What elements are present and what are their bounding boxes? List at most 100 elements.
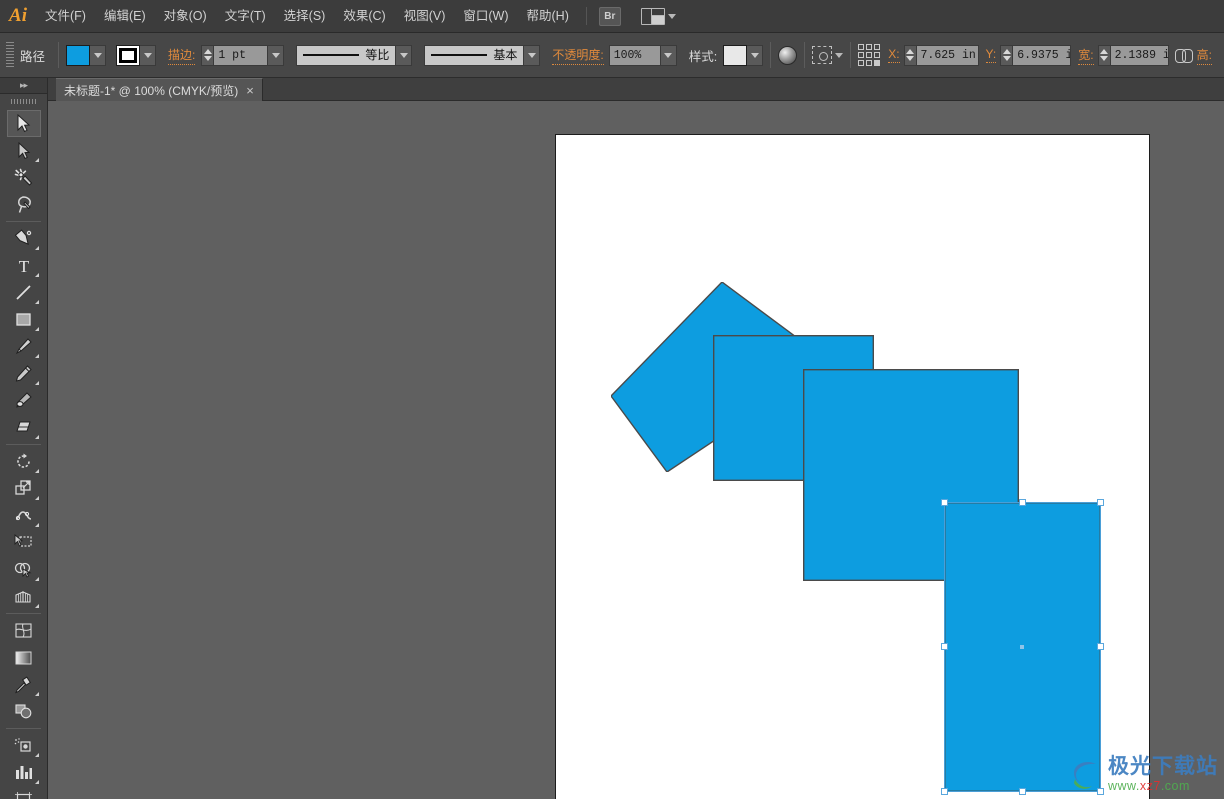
column-graph-tool[interactable] <box>7 759 41 786</box>
stroke-weight-input[interactable]: 1 pt <box>214 44 269 66</box>
rotate-tool[interactable] <box>7 448 41 475</box>
width-stepper[interactable] <box>1097 44 1111 66</box>
handle-top-right[interactable] <box>1097 499 1104 506</box>
brush-definition-select[interactable]: 基本 <box>424 44 525 66</box>
tools-panel-grip[interactable] <box>0 94 47 108</box>
tool-flyout-indicator <box>34 496 39 500</box>
shape-builder-tool[interactable] <box>7 556 41 583</box>
fill-dropdown-button[interactable] <box>90 44 107 66</box>
graphic-style-swatch[interactable] <box>723 44 748 66</box>
ref-pt-tc[interactable] <box>866 44 873 50</box>
stroke-weight-stepper[interactable] <box>201 44 215 66</box>
ref-pt-bc[interactable] <box>866 60 873 66</box>
handle-bottom-center[interactable] <box>1019 788 1026 795</box>
menu-help[interactable]: 帮助(H) <box>518 0 578 33</box>
stroke-dropdown-button[interactable] <box>140 44 157 66</box>
type-tool[interactable]: T <box>7 252 41 279</box>
line-segment-tool[interactable] <box>7 279 41 306</box>
x-field[interactable]: 7.625 in <box>903 44 979 66</box>
menu-window[interactable]: 窗口(W) <box>454 0 517 33</box>
menu-file[interactable]: 文件(F) <box>36 0 95 33</box>
selection-tool[interactable] <box>6 110 41 137</box>
variable-width-profile-select[interactable]: 等比 <box>296 44 397 66</box>
collapse-panel-button[interactable]: ▸▸ <box>0 78 47 94</box>
bridge-button[interactable]: Br <box>598 6 621 26</box>
scale-tool[interactable] <box>7 475 41 502</box>
fill-swatch[interactable] <box>66 44 91 66</box>
close-icon[interactable]: × <box>246 84 254 97</box>
eraser-tool[interactable] <box>7 414 41 441</box>
opacity-input[interactable]: 100% <box>608 44 661 66</box>
brush-line-icon <box>431 54 488 56</box>
broken-link-icon[interactable] <box>1174 46 1193 64</box>
width-field[interactable]: 2.1389 i <box>1097 44 1169 66</box>
handle-bottom-left[interactable] <box>941 788 948 795</box>
pencil-tool[interactable] <box>7 360 41 387</box>
menu-object[interactable]: 对象(O) <box>155 0 216 33</box>
menu-view[interactable]: 视图(V) <box>395 0 455 33</box>
stroke-weight-dropdown-button[interactable] <box>268 44 285 66</box>
align-to-button[interactable] <box>812 46 844 64</box>
free-transform-tool[interactable] <box>7 529 41 556</box>
width-tool[interactable] <box>7 502 41 529</box>
y-field[interactable]: 6.9375 i <box>1000 44 1072 66</box>
handle-top-left[interactable] <box>941 499 948 506</box>
stroke-weight-field[interactable]: 1 pt <box>201 44 285 66</box>
chevron-down-icon <box>664 52 673 58</box>
menu-type[interactable]: 文字(T) <box>216 0 275 33</box>
ref-pt-tr[interactable] <box>874 44 881 50</box>
profile-dropdown-button[interactable] <box>396 44 413 66</box>
menu-edit[interactable]: 编辑(E) <box>95 0 155 33</box>
opacity-field[interactable]: 100% <box>608 44 677 66</box>
fill-control[interactable] <box>66 44 107 66</box>
eyedropper-tool[interactable] <box>7 671 41 698</box>
mesh-tool[interactable] <box>7 617 41 644</box>
direct-selection-tool[interactable] <box>7 137 41 164</box>
handle-top-center[interactable] <box>1019 499 1026 506</box>
width-input[interactable]: 2.1389 i <box>1110 44 1169 66</box>
variable-width-profile-control[interactable]: 等比 <box>296 44 413 66</box>
brush-dropdown-button[interactable] <box>524 44 541 66</box>
reference-point-grid[interactable] <box>858 44 881 66</box>
blob-brush-tool[interactable] <box>7 387 41 414</box>
graphic-style-control[interactable] <box>723 44 764 66</box>
artboard[interactable] <box>555 134 1150 799</box>
ref-pt-ml[interactable] <box>858 52 865 58</box>
ref-pt-mr[interactable] <box>874 52 881 58</box>
style-dropdown-button[interactable] <box>747 44 764 66</box>
stroke-control[interactable] <box>116 44 157 66</box>
appearance-sphere-icon[interactable] <box>778 45 798 65</box>
opacity-dropdown-button[interactable] <box>660 44 677 66</box>
magic-wand-tool[interactable] <box>7 164 41 191</box>
paintbrush-tool[interactable] <box>7 333 41 360</box>
handle-middle-left[interactable] <box>941 643 948 650</box>
arrange-documents-button[interactable] <box>640 7 676 25</box>
x-stepper[interactable] <box>903 44 917 66</box>
lasso-tool[interactable] <box>7 191 41 218</box>
rectangle-tool[interactable] <box>7 306 41 333</box>
control-bar-grip[interactable] <box>6 42 14 68</box>
ref-pt-mc[interactable] <box>866 52 873 58</box>
tool-flyout-indicator <box>34 327 39 331</box>
ref-pt-tl[interactable] <box>858 44 865 50</box>
menu-select[interactable]: 选择(S) <box>275 0 335 33</box>
x-input[interactable]: 7.625 in <box>916 44 979 66</box>
y-stepper[interactable] <box>1000 44 1014 66</box>
perspective-grid-tool[interactable] <box>7 583 41 610</box>
y-label: Y: <box>985 47 997 63</box>
brush-definition-control[interactable]: 基本 <box>424 44 541 66</box>
blend-tool[interactable] <box>7 698 41 725</box>
y-input[interactable]: 6.9375 i <box>1013 44 1072 66</box>
stroke-swatch[interactable] <box>116 44 141 66</box>
artboard-tool[interactable] <box>7 786 41 799</box>
pen-tool[interactable] <box>7 225 41 252</box>
menu-effect[interactable]: 效果(C) <box>334 0 394 33</box>
symbol-sprayer-tool[interactable] <box>7 732 41 759</box>
document-tab[interactable]: 未标题-1* @ 100% (CMYK/预览) × <box>56 78 263 101</box>
handle-middle-right[interactable] <box>1097 643 1104 650</box>
gradient-tool[interactable] <box>7 644 41 671</box>
canvas-area[interactable]: 极光下载站 www.xz7.com <box>48 101 1224 799</box>
ref-pt-bl[interactable] <box>858 60 865 66</box>
ref-pt-br[interactable] <box>874 60 881 66</box>
caret-up-icon <box>1100 48 1109 54</box>
